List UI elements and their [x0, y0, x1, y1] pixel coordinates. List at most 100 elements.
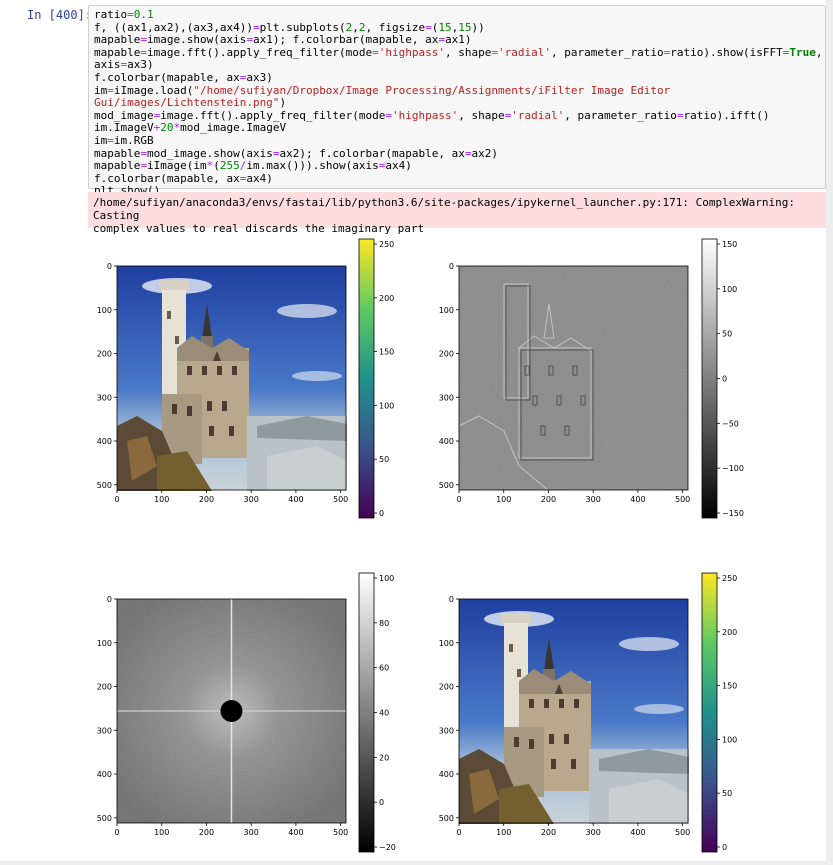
xtick-label: 0: [456, 495, 461, 504]
colorbar: [358, 572, 375, 853]
code-token: mod_image.ImageV: [180, 121, 287, 135]
code-token: ax4): [246, 171, 273, 185]
stderr-output: /home/sufiyan/anaconda3/envs/fastai/lib/…: [88, 192, 826, 235]
code-token: , figsize: [365, 20, 426, 34]
colorbar-tick-label: 50: [379, 455, 389, 464]
ytick-label: 300: [97, 726, 112, 735]
ytick-label: 0: [449, 262, 454, 271]
code-line: im.ImageV+20*mod_image.ImageV: [94, 122, 820, 135]
code-token: 'highpass': [378, 45, 446, 59]
code-token: 'radial': [498, 45, 551, 59]
castle-image: [459, 599, 689, 824]
notebook-cell[interactable]: In [400]: ratio=0.1 f, ((ax1,ax2),(ax3,ax…: [0, 0, 833, 865]
ytick-label: 400: [97, 437, 112, 446]
code-token: f.colorbar(mapable, ax: [94, 70, 240, 84]
cloud: [634, 704, 684, 714]
code-token: ax3): [127, 58, 154, 72]
xtick-label: 400: [288, 495, 303, 504]
code-token: mapable: [94, 159, 141, 173]
ytick-label: 500: [439, 814, 454, 823]
code-token: 15: [438, 20, 452, 34]
code-token: ,: [352, 20, 359, 34]
ytick-label: 0: [107, 262, 112, 271]
code-token: "/home/sufiyan/Dropbox/Image Processing/…: [193, 83, 671, 97]
ytick-label: 300: [97, 393, 112, 402]
code-token: ax1); f.colorbar(mapable, ax: [252, 33, 439, 47]
code-token: 'highpass': [392, 108, 459, 122]
colorbar-tick-label: 100: [379, 574, 394, 583]
code-token: =: [464, 146, 472, 160]
code-token: ax2); f.colorbar(mapable, ax: [279, 146, 465, 160]
colorbar-tick-label: 0: [722, 843, 727, 852]
xtick-label: 300: [244, 495, 259, 504]
xtick-label: 400: [630, 495, 645, 504]
code-token: =: [140, 159, 147, 173]
colorbar-tick-label: 250: [722, 574, 737, 583]
code-token: =: [140, 45, 147, 59]
code-token: 20: [160, 121, 174, 135]
code-token: Gui/images/Lichtenstein.png": [94, 96, 280, 110]
code-token: True: [789, 45, 816, 59]
subplot-ax3: 01002003004005000 100 200 300 400 50010080604…: [97, 572, 396, 853]
code-token: =: [107, 83, 114, 97]
code-token: ax1): [445, 33, 472, 47]
code-token: ax3): [246, 70, 273, 84]
code-token: =: [252, 20, 260, 34]
cloud: [619, 637, 679, 651]
cell-separator: [0, 861, 833, 865]
xtick-label: 100: [154, 828, 169, 837]
code-token: iImage.load(: [113, 83, 194, 97]
code-token: image.fft().apply_freq_filter(mode: [160, 108, 386, 122]
colorbar-tick-label: 80: [379, 619, 389, 628]
xtick-label: 400: [288, 828, 303, 837]
code-line: mapable=image.fft().apply_freq_filter(mo…: [94, 45, 823, 60]
colorbar-tick-label: −50: [722, 419, 739, 428]
xtick-label: 300: [586, 495, 601, 504]
notebook-right-gutter: [826, 0, 833, 865]
ytick-label: 200: [439, 683, 454, 692]
code-token: , parameter_ratio: [550, 45, 664, 59]
code-token: mapable: [94, 45, 141, 59]
code-token: mapable: [94, 146, 141, 160]
colorbar-tick-label: −20: [379, 843, 396, 852]
xtick-label: 500: [675, 828, 690, 837]
code-token: im.RGB: [113, 133, 154, 147]
colorbar-tick-label: 150: [722, 240, 737, 249]
code-token: =: [140, 146, 147, 160]
code-token: (: [213, 159, 220, 173]
xtick-label: 200: [541, 495, 556, 504]
colorbar: [701, 572, 718, 853]
code-token: =: [491, 45, 498, 59]
code-token: mod_image: [94, 108, 154, 122]
colorbar-tick-label: 20: [379, 753, 389, 762]
colorbar-tick-label: 0: [379, 509, 384, 518]
code-line: f.colorbar(mapable, ax=ax4): [94, 171, 820, 186]
input-prompt: In [400]:: [27, 8, 93, 22]
subplot-ax1: 01002003004005000 100 200 300 400 50025020015…: [97, 238, 394, 519]
xtick-label: 200: [199, 828, 214, 837]
code-token: 'radial': [511, 108, 565, 122]
code-token: ratio: [94, 8, 128, 21]
ytick-label: 100: [439, 306, 454, 315]
code-token: ): [279, 96, 287, 110]
code-token: im.ImageV: [94, 121, 154, 135]
code-token: 255: [219, 159, 240, 173]
code-token: im.max())).show(axis: [246, 159, 379, 173]
code-token: f.colorbar(mapable, ax: [94, 171, 240, 185]
code-token: )): [471, 20, 485, 34]
subplot-ax4: 01002003004005000 100 200 300 400 50025020015…: [439, 572, 737, 853]
ytick-label: 200: [97, 350, 112, 359]
xtick-label: 500: [675, 495, 690, 504]
ytick-label: 300: [439, 726, 454, 735]
xtick-label: 500: [333, 828, 348, 837]
cloud: [277, 304, 337, 318]
xtick-label: 200: [541, 828, 556, 837]
highpass-mask: [220, 700, 243, 722]
ytick-label: 400: [439, 437, 454, 446]
subplot-ax2: 01002003004005000 100 200 300 400 50015010050…: [439, 238, 744, 519]
xtick-label: 500: [333, 495, 348, 504]
colorbar: [358, 238, 375, 519]
code-token: =: [246, 33, 253, 47]
code-input-area[interactable]: ratio=0.1 f, ((ax1,ax2),(ax3,ax4))=plt.su…: [88, 5, 826, 197]
colorbar-tick-label: 0: [722, 375, 727, 384]
